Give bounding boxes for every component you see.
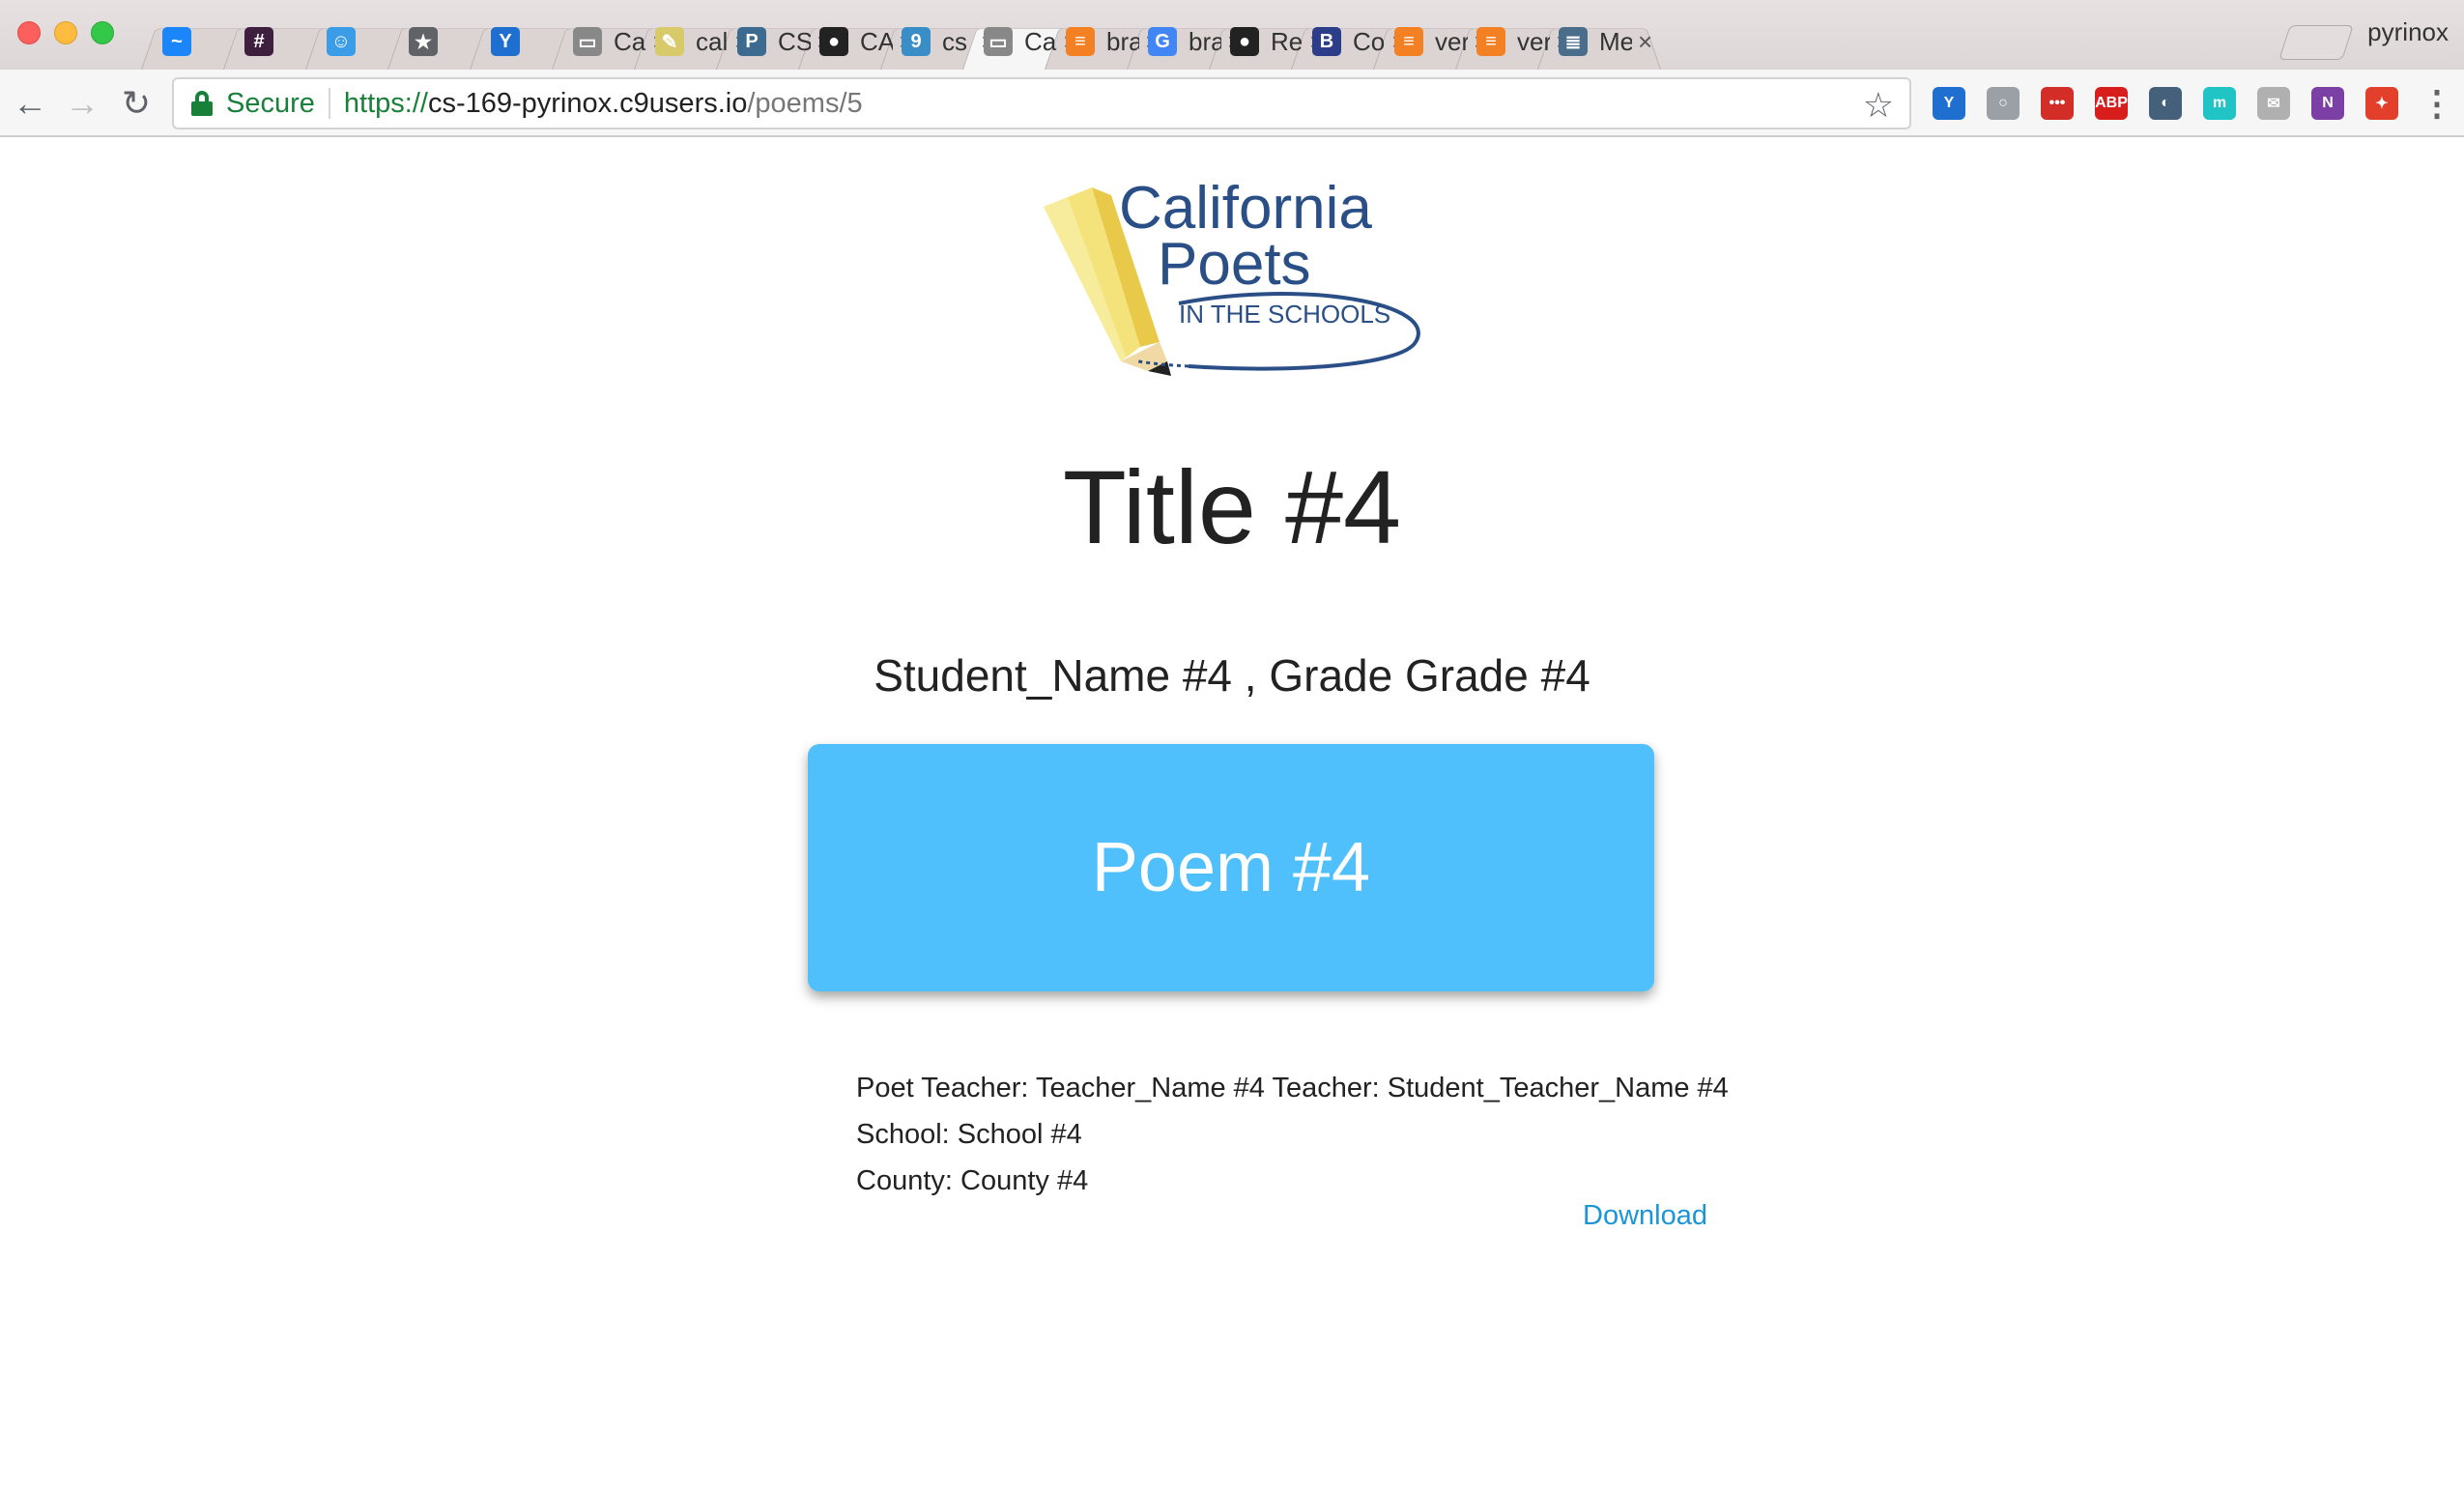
messenger-icon: ~ [162,27,191,56]
tab-title: Re [1271,26,1304,56]
browser-toolbar: ← → ↻ Secure https://cs-169-pyrinox.c9us… [0,70,2464,137]
tab-title: ver [1435,26,1468,56]
page-icon: ▭ [984,27,1013,56]
url-scheme: https:// [343,87,428,119]
close-window-button[interactable] [17,21,41,44]
tab-title: cs [942,26,967,56]
california-poets-logo: California Poets IN THE SCHOOLS [1044,175,1420,376]
more-menu-icon[interactable]: ⋮ [2420,83,2454,124]
county-line: County: County #4 [856,1165,1089,1196]
github-icon: ● [819,27,848,56]
address-bar[interactable]: Secure https://cs-169-pyrinox.c9users.io… [172,77,1911,129]
yesware-icon: Y [491,27,520,56]
pin-ext-icon[interactable]: ✦ [2365,87,2398,120]
mercury-ext-icon[interactable]: m [2203,87,2236,120]
forward-button[interactable]: → [60,81,104,126]
lastpass-ext-icon[interactable]: ••• [2041,87,2074,120]
arrow-left-icon: ← [13,83,47,123]
back-button[interactable]: ← [8,81,52,126]
cloud9-icon: 9 [902,27,931,56]
tab-strip: ~#☺★Y▭Ca×✎cal×PCS×●CA×9cs×▭Ca×≡bra×Gbra×… [0,0,2464,70]
envelope-ext-icon[interactable]: ✉ [2257,87,2290,120]
reload-button[interactable]: ↻ [114,81,158,126]
browser-tab[interactable]: ≣ Me × [1532,14,1667,70]
yesware-ext-icon[interactable]: Y [1933,87,1965,120]
bootstrap-icon: B [1312,27,1341,56]
poet-teacher-line: Poet Teacher: Teacher_Name #4 Teacher: S… [856,1073,1729,1103]
secure-label[interactable]: Secure [226,88,315,120]
google-icon: G [1148,27,1177,56]
poem-text: Poem #4 [1091,829,1371,906]
zoom-window-button[interactable] [91,21,114,44]
camera-ext-icon[interactable]: ◐ [2149,87,2182,120]
lock-icon [191,91,213,116]
close-tab-icon[interactable]: × [1638,27,1652,57]
tab-title: CS [778,26,811,56]
tab-title: Co [1353,26,1386,56]
minimize-window-button[interactable] [54,21,77,44]
new-tab-button[interactable] [2278,25,2354,60]
tab-title: bra [1189,26,1221,56]
magnifier-ext-icon[interactable]: ○ [1987,87,2020,120]
stackoverflow-icon: ≡ [1476,27,1505,56]
logo-text-in-the-schools: IN THE SCHOOLS [1179,300,1390,329]
profile-name[interactable]: pyrinox [2367,17,2449,47]
school-line: School: School #4 [856,1119,1082,1150]
adblock-plus-ext-icon[interactable]: ABP [2095,87,2128,120]
arrow-right-icon: → [65,83,100,123]
tab-title: bra [1106,26,1139,56]
tab-title: Ca [1024,26,1057,56]
bookmark-star-icon[interactable]: ☆ [1863,85,1894,126]
url-host: cs-169-pyrinox.c9users.io [427,87,748,119]
student-byline: Student_Name #4 , Grade Grade #4 [874,650,1590,701]
pivotal-tracker-icon: P [737,27,766,56]
url-path: /poems/5 [747,87,863,119]
cpits-logo-icon: ✎ [655,27,684,56]
page-icon: ▭ [573,27,602,56]
slack-icon: # [244,27,273,56]
stackoverflow-icon: ≡ [1394,27,1423,56]
poem-details: Poet Teacher: Teacher_Name #4 Teacher: S… [856,1065,1729,1204]
onenote-ext-icon[interactable]: N [2311,87,2344,120]
page-content: California Poets IN THE SCHOOLS Title #4… [0,139,2464,1490]
tab-title: CA [860,26,893,56]
github-icon: ● [1230,27,1259,56]
tab-title: Ca [614,26,646,56]
tab-title: Me [1599,26,1632,56]
stackoverflow-icon: ≡ [1066,27,1095,56]
reload-icon: ↻ [121,83,152,123]
bookmarks-star-icon: ★ [409,27,438,56]
tab-title: ver [1517,26,1550,56]
logo-text-poets: Poets [1158,231,1311,298]
tab-title: cal [696,26,729,56]
omnibox-divider [328,88,330,119]
piazza-icon: ☺ [327,27,356,56]
poem-title: Title #4 [1062,448,1402,565]
poem-card: Poem #4 [808,744,1654,991]
download-link[interactable]: Download [1583,1200,1707,1232]
database-icon: ≣ [1559,27,1588,56]
